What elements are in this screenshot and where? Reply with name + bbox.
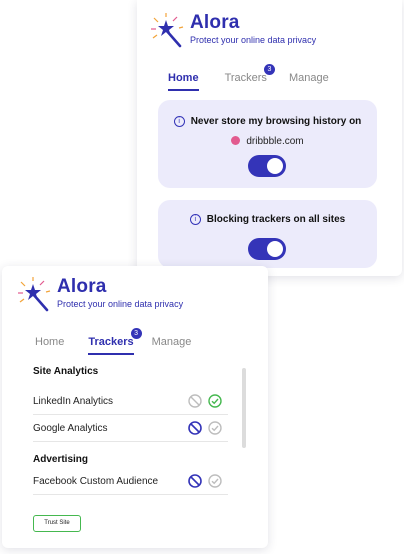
allow-check-icon[interactable] [208, 421, 222, 435]
trackers-count-badge: 3 [130, 328, 142, 339]
tab-trackers[interactable]: Trackers 3 [225, 64, 275, 91]
tab-home[interactable]: Home [168, 72, 199, 91]
magic-wand-logo-icon [150, 12, 186, 48]
history-panel-title: i Never store my browsing history on [158, 116, 377, 127]
blocking-toggle[interactable] [248, 238, 286, 260]
tracker-name: Google Analytics [33, 422, 108, 434]
section-title-site-analytics: Site Analytics [33, 366, 99, 377]
allow-check-icon[interactable] [208, 474, 222, 488]
tracker-row: LinkedIn Analytics [33, 388, 228, 415]
brand-tagline: Protect your online data privacy [190, 35, 317, 45]
history-toggle[interactable] [248, 155, 286, 177]
list-scrollbar[interactable] [242, 368, 246, 448]
dribbble-icon [231, 136, 241, 145]
tab-manage[interactable]: Manage [152, 336, 192, 355]
trust-site-button[interactable]: Trust Site [33, 515, 81, 532]
allow-check-icon[interactable] [208, 394, 222, 408]
tracker-name: LinkedIn Analytics [33, 395, 114, 407]
tab-manage[interactable]: Manage [289, 72, 329, 91]
brand-name: Alora [190, 12, 240, 33]
tab-home[interactable]: Home [35, 336, 64, 355]
tab-bar: Home Trackers 3 Manage [168, 64, 329, 91]
site-row: dribbble.com [158, 136, 377, 147]
block-icon[interactable] [188, 394, 202, 408]
magic-wand-logo-icon [17, 276, 53, 312]
home-card: Alora Protect your online data privacy H… [137, 0, 402, 276]
info-icon: i [173, 116, 185, 127]
blocking-panel-title: i Blocking trackers on all sites [158, 214, 377, 225]
brand-tagline: Protect your online data privacy [57, 299, 184, 309]
brand: Alora Protect your online data privacy [150, 12, 316, 48]
block-icon[interactable] [188, 474, 202, 488]
tracker-name: Facebook Custom Audience [33, 475, 159, 487]
blocking-panel: i Blocking trackers on all sites [158, 200, 377, 268]
brand-name: Alora [57, 276, 107, 297]
history-panel: i Never store my browsing history on drib… [158, 100, 377, 188]
tracker-row: Google Analytics [33, 415, 228, 442]
tab-trackers[interactable]: Trackers 3 [88, 328, 142, 355]
site-name: dribbble.com [246, 136, 304, 147]
section-title-advertising: Advertising [33, 454, 89, 465]
tab-bar: Home Trackers 3 Manage [35, 328, 192, 355]
trackers-count-badge: 3 [263, 64, 275, 75]
info-icon: i [189, 214, 201, 225]
tracker-row: Facebook Custom Audience [33, 468, 228, 495]
block-icon[interactable] [188, 421, 202, 435]
brand: Alora Protect your online data privacy [17, 276, 183, 312]
